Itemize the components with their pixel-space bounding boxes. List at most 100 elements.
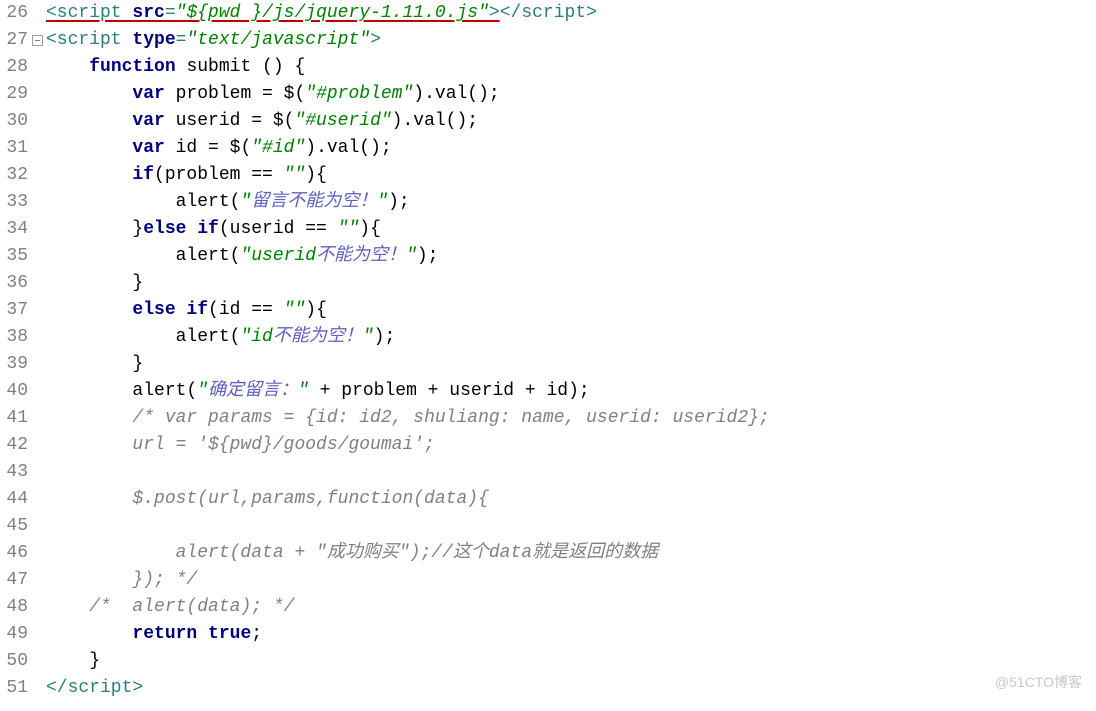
code-token: (id == [208, 300, 284, 320]
code-token: /* alert(data); */ [89, 597, 294, 617]
code-line: alert("id不能为空！"); [46, 324, 1096, 351]
code-line: alert("userid不能为空！"); [46, 243, 1096, 270]
code-line: }else if(userid == ""){ [46, 216, 1096, 243]
code-token: > [370, 30, 381, 50]
code-token: 确定留言： [208, 381, 298, 401]
line-number: 35 [0, 243, 28, 270]
line-number-gutter: 2627282930313233343536373839404142434445… [0, 0, 32, 702]
line-number: 31 [0, 135, 28, 162]
line-number: 44 [0, 486, 28, 513]
code-token: </script> [500, 3, 597, 23]
code-line [46, 513, 1096, 540]
code-token: + problem + userid + id); [309, 381, 590, 401]
code-line: alert("留言不能为空！"); [46, 189, 1096, 216]
code-token [46, 138, 132, 158]
code-token: "userid [240, 246, 316, 266]
fold-toggle-icon[interactable] [32, 35, 43, 46]
code-token: (problem == [154, 165, 284, 185]
line-number: 43 [0, 459, 28, 486]
code-token: "#id" [251, 138, 305, 158]
code-area: <script src="${pwd }/js/jquery-1.11.0.js… [46, 0, 1096, 702]
code-line: $.post(url,params,function(data){ [46, 486, 1096, 513]
code-token [46, 300, 132, 320]
code-token: ).val(); [413, 84, 499, 104]
line-number: 39 [0, 351, 28, 378]
code-token: var [132, 84, 164, 104]
code-line: var problem = $("#problem").val(); [46, 81, 1096, 108]
line-number: 40 [0, 378, 28, 405]
code-token: alert(data + " [46, 543, 327, 563]
line-number: 26 [0, 0, 28, 27]
line-number: 45 [0, 513, 28, 540]
line-number: 49 [0, 621, 28, 648]
line-number: 33 [0, 189, 28, 216]
code-token: 成功购买 [327, 543, 399, 563]
code-token: 不能为空！ [316, 246, 406, 266]
code-token: " [240, 192, 251, 212]
code-token [46, 597, 89, 617]
code-line: else if(id == ""){ [46, 297, 1096, 324]
code-token [46, 408, 132, 428]
code-token: "#userid" [294, 111, 391, 131]
code-token [46, 57, 89, 77]
code-token: /js/jquery-1.11.0.js" [262, 3, 489, 23]
line-number: 41 [0, 405, 28, 432]
code-token: type [132, 30, 175, 50]
line-number: 29 [0, 81, 28, 108]
code-token: ); [374, 327, 396, 347]
code-token: "" [284, 165, 306, 185]
code-token: "" [284, 300, 306, 320]
code-token: submit () { [176, 57, 306, 77]
code-line: }); */ [46, 567, 1096, 594]
code-token: ); [388, 192, 410, 212]
watermark-text: @51CTO博客 [995, 669, 1082, 696]
line-number: 30 [0, 108, 28, 135]
code-token: alert( [46, 327, 240, 347]
code-token: alert( [46, 381, 197, 401]
code-token [46, 165, 132, 185]
code-line: alert(data + "成功购买");//这个data就是返回的数据 [46, 540, 1096, 567]
code-token: else if [132, 300, 208, 320]
line-number: 47 [0, 567, 28, 594]
code-token: </script> [46, 678, 143, 698]
code-line: } [46, 351, 1096, 378]
code-token: " [197, 381, 208, 401]
code-token: "#problem" [305, 84, 413, 104]
code-token: if [132, 165, 154, 185]
code-token: " [377, 192, 388, 212]
line-number: 38 [0, 324, 28, 351]
code-token: 留言不能为空！ [251, 192, 377, 212]
code-line: <script type="text/javascript"> [46, 27, 1096, 54]
code-token: $.post(url,params,function(data){ [46, 489, 489, 509]
code-token: ){ [359, 219, 381, 239]
code-line: url = '${pwd}/goods/goumai'; [46, 432, 1096, 459]
code-token: 不能为空！ [273, 327, 363, 347]
code-token: url = '${pwd}/goods/goumai'; [46, 435, 435, 455]
line-number: 46 [0, 540, 28, 567]
code-token [46, 111, 132, 131]
code-token: id = $( [165, 138, 251, 158]
code-line [46, 459, 1096, 486]
code-token: } [46, 219, 143, 239]
line-number: 27 [0, 27, 28, 54]
code-token: else if [143, 219, 219, 239]
line-number: 34 [0, 216, 28, 243]
code-token: } [46, 273, 143, 293]
code-line: alert("确定留言：" + problem + userid + id); [46, 378, 1096, 405]
code-line: </script> [46, 675, 1096, 702]
code-token: "" [338, 219, 360, 239]
code-token: ){ [305, 165, 327, 185]
line-number: 48 [0, 594, 28, 621]
line-number: 51 [0, 675, 28, 702]
code-token: }); */ [46, 570, 197, 590]
code-token: /* var params = {id: id2, shuliang: name… [132, 408, 769, 428]
code-token: ); [417, 246, 439, 266]
code-token: alert( [46, 192, 240, 212]
code-line: return true; [46, 621, 1096, 648]
line-number: 36 [0, 270, 28, 297]
code-token: " [298, 381, 309, 401]
code-token [46, 84, 132, 104]
line-number: 32 [0, 162, 28, 189]
code-token: } [46, 651, 100, 671]
line-number: 28 [0, 54, 28, 81]
